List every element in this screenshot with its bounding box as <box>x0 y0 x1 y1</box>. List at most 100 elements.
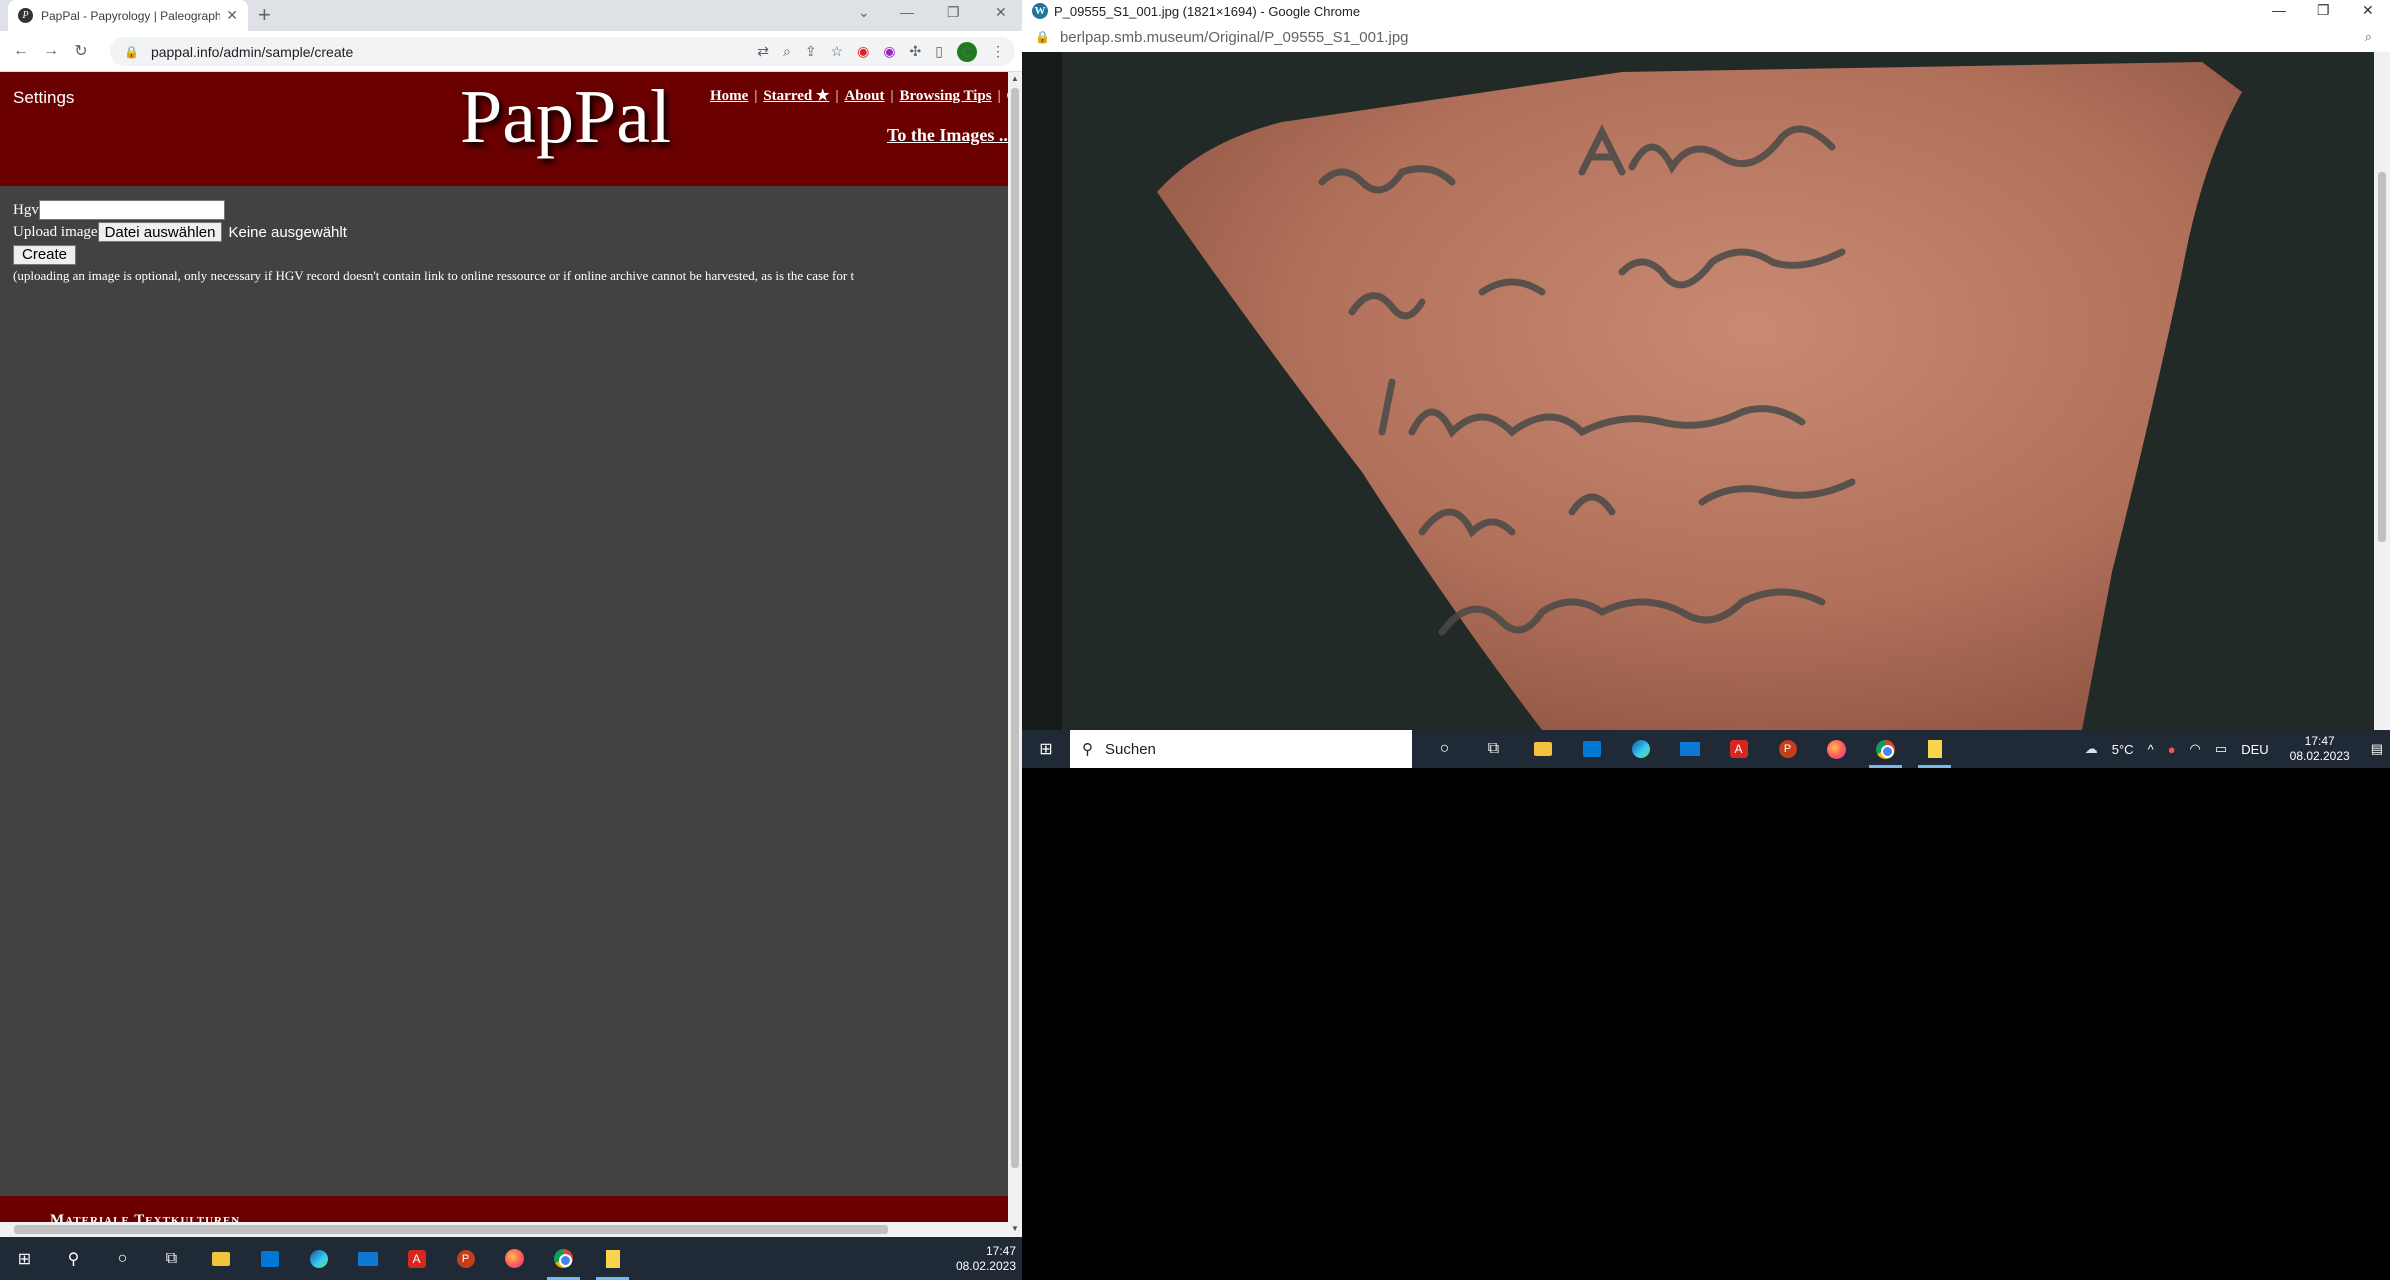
weather-cloud-icon[interactable]: ☁ <box>2085 741 2098 757</box>
file-explorer-icon[interactable] <box>1518 730 1567 768</box>
tab-search-icon[interactable]: ⌄ <box>858 4 870 21</box>
bottom-file-explorer-icon[interactable] <box>196 1237 245 1280</box>
bottom-start-icon[interactable]: ⊞ <box>0 1237 49 1280</box>
right-lock-icon[interactable]: 🔒 <box>1035 30 1050 44</box>
search-placeholder: Suchen <box>1105 740 1156 758</box>
language-indicator[interactable]: DEU <box>2241 742 2268 757</box>
taskbar-right: ⊞ ⚲ Suchen ○ ⧉ A P ☁ 5°C ^ ● ◠ ▭ DEU 17:… <box>1022 730 2390 768</box>
wordpress-favicon-icon: W <box>1032 3 1048 19</box>
bottom-powerpoint-icon[interactable]: P <box>441 1237 490 1280</box>
tray-update-icon[interactable]: ● <box>2168 742 2176 757</box>
pappal-logo[interactable]: PapPal <box>460 74 671 161</box>
side-panel-icon[interactable]: ▯ <box>935 43 943 60</box>
nav-about[interactable]: About <box>844 88 884 104</box>
chrome-icon[interactable] <box>1861 730 1910 768</box>
back-icon[interactable]: ← <box>6 42 36 60</box>
scroll-up-icon[interactable]: ▲ <box>1011 74 1019 83</box>
restore-icon[interactable]: ❐ <box>947 4 960 21</box>
extension-red-icon[interactable]: ◉ <box>857 43 869 60</box>
cortana-icon[interactable]: ○ <box>1420 730 1469 768</box>
close-window-icon[interactable]: ✕ <box>995 4 1007 21</box>
translate-icon[interactable]: ⇄ <box>757 43 769 60</box>
battery-icon[interactable]: ▭ <box>2215 741 2227 757</box>
bottom-acrobat-icon[interactable]: A <box>392 1237 441 1280</box>
bottom-edge-icon[interactable] <box>294 1237 343 1280</box>
forward-icon[interactable]: → <box>36 42 66 60</box>
minimize-icon[interactable]: — <box>900 4 914 20</box>
bottom-clock[interactable]: 17:47 08.02.2023 <box>956 1244 1016 1274</box>
file-status: Keine ausgewählt <box>228 223 347 241</box>
wifi-icon[interactable]: ◠ <box>2190 741 2201 757</box>
scrollbar-thumb[interactable] <box>1011 88 1019 1168</box>
bottom-chrome-icon[interactable] <box>539 1237 588 1280</box>
right-zoom-icon[interactable]: ⌕ <box>2365 29 2372 45</box>
right-minimize-icon[interactable]: — <box>2272 2 2286 18</box>
right-close-icon[interactable]: ✕ <box>2362 2 2374 19</box>
bottom-cortana-icon[interactable]: ○ <box>98 1237 147 1280</box>
taskbar-clock[interactable]: 17:47 08.02.2023 <box>2290 734 2350 764</box>
clock-date: 08.02.2023 <box>2289 749 2350 763</box>
bottom-store-icon[interactable] <box>245 1237 294 1280</box>
nav-home[interactable]: Home <box>710 88 748 104</box>
bookmark-star-icon[interactable]: ☆ <box>831 43 844 60</box>
bottom-mail-icon[interactable] <box>343 1237 392 1280</box>
bottom-clock-time: 17:47 <box>985 1244 1016 1258</box>
create-button[interactable]: Create <box>13 244 77 265</box>
system-tray: ☁ 5°C ^ ● ◠ ▭ DEU 17:47 08.02.2023 ▤ <box>2078 730 2390 768</box>
right-url-text[interactable]: berlpap.smb.museum/Original/P_09555_S1_0… <box>1060 29 1409 46</box>
extension-purple-icon[interactable]: ◉ <box>883 43 895 60</box>
taskbar-search-box[interactable]: ⚲ Suchen <box>1070 730 1412 768</box>
notification-icon[interactable]: ▤ <box>2371 741 2383 757</box>
nav-browsing-tips[interactable]: Browsing Tips <box>899 88 991 104</box>
firefox-icon[interactable] <box>1812 730 1861 768</box>
start-windows-icon[interactable]: ⊞ <box>1022 739 1070 759</box>
lock-icon[interactable]: 🔒 <box>124 45 139 59</box>
microsoft-store-icon[interactable] <box>1567 730 1616 768</box>
settings-link[interactable]: Settings <box>13 88 74 108</box>
new-tab-icon[interactable]: + <box>258 4 271 26</box>
tray-chevron-icon[interactable]: ^ <box>2148 742 2154 757</box>
sticky-notes-icon[interactable] <box>1910 730 1959 768</box>
tab-pappal[interactable]: P PapPal - Papyrology | Paleograph ✕ <box>8 0 248 31</box>
nav-starred[interactable]: Starred ★ <box>763 88 829 104</box>
right-scrollbar-thumb[interactable] <box>2378 172 2386 542</box>
hgv-input[interactable] <box>38 200 225 220</box>
zoom-icon[interactable]: ⌕ <box>783 43 791 60</box>
powerpoint-icon[interactable]: P <box>1763 730 1812 768</box>
task-view-icon[interactable]: ⧉ <box>1469 730 1518 768</box>
bottom-task-view-icon[interactable]: ⧉ <box>147 1237 196 1280</box>
bottom-search-icon[interactable]: ⚲ <box>49 1237 98 1280</box>
horizontal-scrollbar[interactable] <box>0 1222 1008 1237</box>
vertical-scrollbar[interactable]: ▲ ▼ <box>1008 72 1022 1237</box>
pappal-page: Settings PapPal Home | Starred ★ | About | Bro… <box>0 72 1008 1224</box>
weather-temp[interactable]: 5°C <box>2112 742 2134 757</box>
right-address-bar[interactable]: 🔒 berlpap.smb.museum/Original/P_09555_S1… <box>1022 22 2390 52</box>
extensions-puzzle-icon[interactable]: ✣ <box>910 43 922 60</box>
acrobat-icon[interactable]: A <box>1714 730 1763 768</box>
tab-close-icon[interactable]: ✕ <box>226 7 238 24</box>
scroll-down-icon[interactable]: ▼ <box>1011 1224 1019 1233</box>
reload-icon[interactable]: ↻ <box>66 41 96 61</box>
top-navigation: Home|Starred ★|About|Browsing Tips|C <box>710 88 1008 104</box>
choose-file-button[interactable]: Datei auswählen <box>97 222 223 242</box>
browser-toolbar: ← → ↻ 🔒 pappal.info/admin/sample/create … <box>0 31 1022 72</box>
bottom-sticky-notes-icon[interactable] <box>588 1237 637 1280</box>
address-bar[interactable]: 🔒 pappal.info/admin/sample/create ⇄ ⌕ ⇪ … <box>110 37 1015 66</box>
ostracon-image[interactable] <box>1022 52 2374 730</box>
header-banner: Settings PapPal Home | Starred ★ | About | Bro… <box>0 72 1008 186</box>
right-restore-icon[interactable]: ❐ <box>2317 2 2330 19</box>
edge-icon[interactable] <box>1616 730 1665 768</box>
horizontal-scrollbar-thumb[interactable] <box>14 1225 888 1234</box>
menu-kebab-icon[interactable]: ⋮ <box>991 43 1005 60</box>
profile-avatar[interactable]: C <box>957 41 977 62</box>
to-the-images-link[interactable]: To the Images ... <box>887 125 1008 146</box>
url-text[interactable]: pappal.info/admin/sample/create <box>151 44 757 60</box>
bottom-firefox-icon[interactable] <box>490 1237 539 1280</box>
upload-image-label: Upload image <box>13 223 98 240</box>
mail-icon[interactable] <box>1665 730 1714 768</box>
tab-strip: P PapPal - Papyrology | Paleograph ✕ + ⌄… <box>0 0 1022 31</box>
share-icon[interactable]: ⇪ <box>805 43 817 60</box>
ostracon-photo <box>1022 52 2374 730</box>
right-browser-window: W P_09555_S1_001.jpg (1821×1694) - Googl… <box>1022 0 2390 730</box>
right-vertical-scrollbar[interactable] <box>2374 52 2390 730</box>
